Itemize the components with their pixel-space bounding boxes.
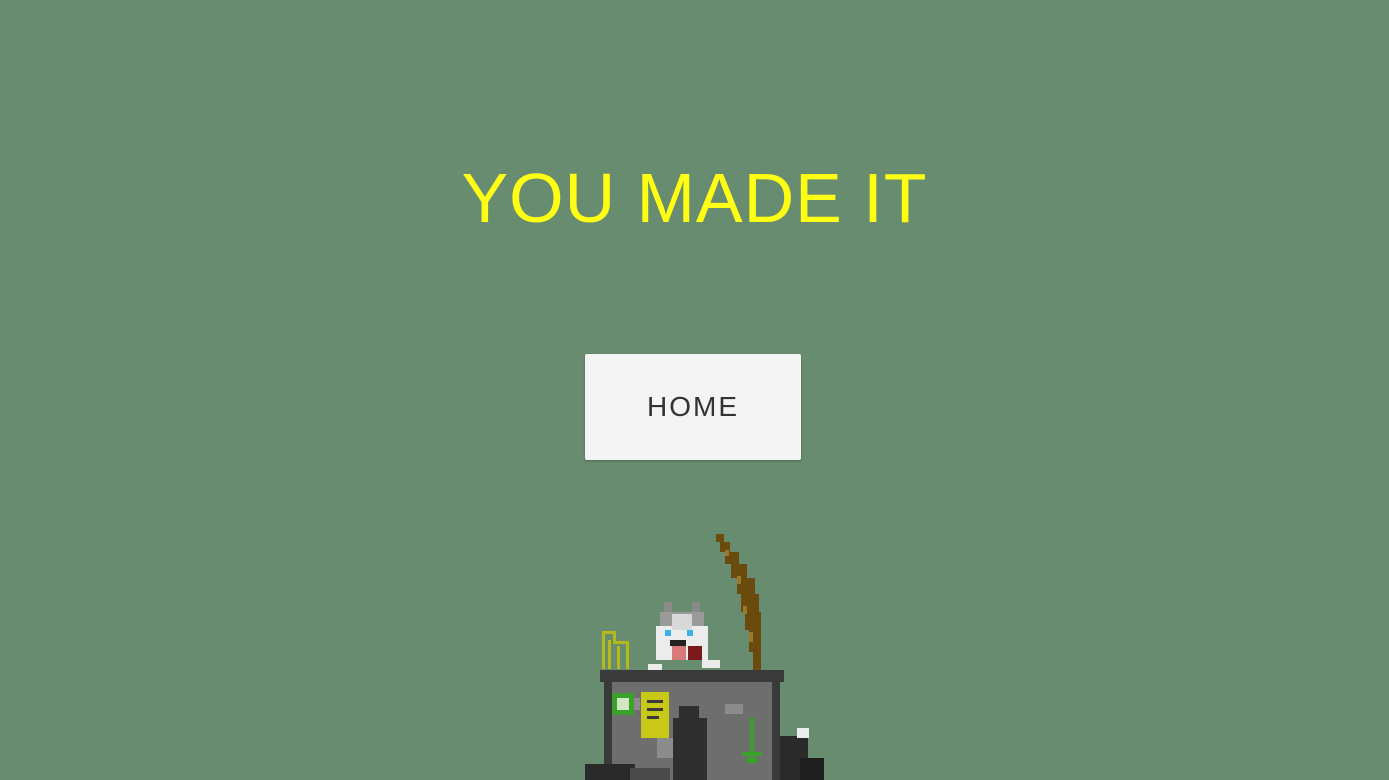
trash-bin-icon bbox=[600, 670, 784, 780]
scene-sprite bbox=[585, 534, 824, 780]
victory-title: YOU MADE IT bbox=[461, 159, 928, 237]
dog-in-trash-scene bbox=[575, 528, 835, 780]
paperclip-icon bbox=[602, 631, 629, 669]
victory-screen: YOU MADE IT HOME bbox=[0, 0, 1389, 780]
open-lid-icon bbox=[716, 534, 761, 674]
husky-dog-icon bbox=[648, 602, 720, 672]
home-button[interactable]: HOME bbox=[585, 354, 801, 460]
